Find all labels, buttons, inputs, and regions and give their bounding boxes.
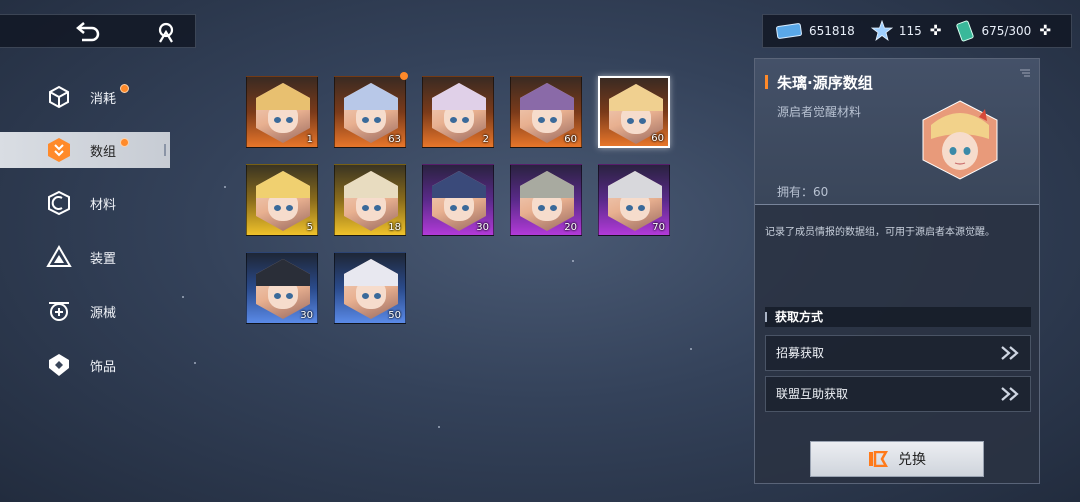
top-nav-bar (0, 14, 196, 48)
source-label: 联盟互助获取 (776, 387, 849, 401)
item-count: 1 (306, 134, 313, 145)
sidebar-item-label: 装置 (90, 251, 117, 267)
item-count: 63 (388, 134, 401, 145)
home-icon[interactable] (154, 20, 178, 44)
owned-count: 拥有：60 (777, 185, 829, 199)
character-portrait (432, 83, 486, 143)
background-star (690, 348, 692, 350)
item-count: 50 (388, 310, 401, 321)
character-portrait (256, 171, 310, 231)
sidebar-item-accessories[interactable]: 饰品 (0, 338, 170, 392)
item-count: 70 (652, 222, 665, 233)
redeem-icon (869, 451, 888, 467)
currency-energy: 675/300 ✜ (955, 20, 1051, 42)
item-count: 30 (476, 222, 489, 233)
item-card[interactable]: 20 (510, 164, 582, 236)
sidebar-item-consumables[interactable]: 消耗 (0, 70, 170, 124)
item-card[interactable]: 70 (598, 164, 670, 236)
currency-star: 115 ✜ (870, 20, 942, 42)
sidebar-item-label: 数组 (90, 144, 117, 160)
item-card[interactable]: 63 (334, 76, 406, 148)
mecha-icon (49, 302, 69, 321)
redeem-label: 兑换 (898, 452, 926, 468)
source-label: 招募获取 (776, 346, 825, 360)
device-icon (46, 245, 72, 267)
item-detail-panel: 朱璃·源序数组 源启者觉醒材料 拥有：60 记录了成员情报的数据组，可用于源启者… (754, 58, 1040, 484)
item-description: 记录了成员情报的数据组，可用于源启者本源觉醒。 (765, 227, 995, 238)
background-star (438, 426, 440, 428)
source-alliance-button[interactable]: 联盟互助获取 (765, 376, 1031, 412)
item-card[interactable]: 1 (246, 76, 318, 148)
item-card[interactable]: 60 (598, 76, 670, 148)
detail-header: 朱璃·源序数组 源启者觉醒材料 拥有：60 (755, 59, 1039, 205)
item-card[interactable]: 60 (510, 76, 582, 148)
item-title: 朱璃·源序数组 (777, 74, 873, 92)
notification-dot (400, 72, 408, 80)
sidebar-item-label: 消耗 (90, 91, 117, 107)
back-arrow-icon[interactable] (74, 20, 102, 44)
accessory-icon (49, 354, 69, 376)
background-star (182, 296, 184, 298)
cube-icon (49, 85, 69, 109)
item-portrait (922, 100, 998, 180)
title-accent-bar (765, 75, 768, 89)
source-header: 获取方式 (765, 307, 1031, 327)
item-count: 30 (300, 310, 313, 321)
source-recruit-button[interactable]: 招募获取 (765, 335, 1031, 371)
item-card[interactable]: 30 (422, 164, 494, 236)
item-count: 5 (306, 222, 313, 233)
item-count: 60 (564, 134, 577, 145)
sidebar-item-materials[interactable]: 材料 (0, 176, 170, 230)
item-count: 60 (651, 133, 664, 144)
category-sidebar: 消耗 数组 材料 装置 源械 饰品 (0, 70, 170, 392)
background-star (224, 186, 226, 188)
double-chevron-right-icon (1001, 346, 1019, 360)
currency-energy-value: 675/300 (981, 24, 1032, 38)
redeem-button[interactable]: 兑换 (810, 441, 984, 477)
material-icon (48, 190, 70, 216)
sidebar-scroll-indicator (164, 144, 166, 156)
item-card[interactable]: 5 (246, 164, 318, 236)
sidebar-item-data-array[interactable]: 数组 (0, 132, 170, 168)
item-card[interactable]: 30 (246, 252, 318, 324)
character-portrait (256, 83, 310, 143)
add-star-button[interactable]: ✜ (930, 23, 942, 39)
item-card[interactable]: 2 (422, 76, 494, 148)
sidebar-item-label: 饰品 (90, 359, 117, 375)
item-count: 18 (388, 222, 401, 233)
ticket-icon (776, 23, 802, 39)
sidebar-item-label: 源械 (90, 305, 117, 321)
notification-dot (120, 138, 129, 147)
background-star (194, 362, 196, 364)
item-card[interactable]: 50 (334, 252, 406, 324)
menu-lines-icon[interactable] (1019, 67, 1031, 79)
sidebar-item-devices[interactable]: 装置 (0, 230, 170, 284)
item-count: 2 (482, 134, 489, 145)
currency-ticket-value: 651818 (809, 24, 855, 38)
sidebar-item-label: 材料 (90, 197, 117, 213)
notification-dot (120, 84, 129, 93)
currency-star-value: 115 (898, 24, 922, 38)
sidebar-item-mecha[interactable]: 源械 (0, 284, 170, 338)
data-array-icon (48, 138, 70, 162)
item-subtitle: 源启者觉醒材料 (777, 105, 862, 119)
item-count: 20 (564, 222, 577, 233)
double-chevron-right-icon (1001, 387, 1019, 401)
background-star (572, 260, 574, 262)
item-card[interactable]: 18 (334, 164, 406, 236)
star-crystal-icon (870, 20, 893, 42)
currency-bar: 651818 115 ✜ 675/300 ✜ (762, 14, 1072, 48)
currency-ticket: 651818 (775, 22, 855, 40)
add-energy-button[interactable]: ✜ (1039, 23, 1051, 39)
energy-battery-icon (956, 20, 975, 42)
